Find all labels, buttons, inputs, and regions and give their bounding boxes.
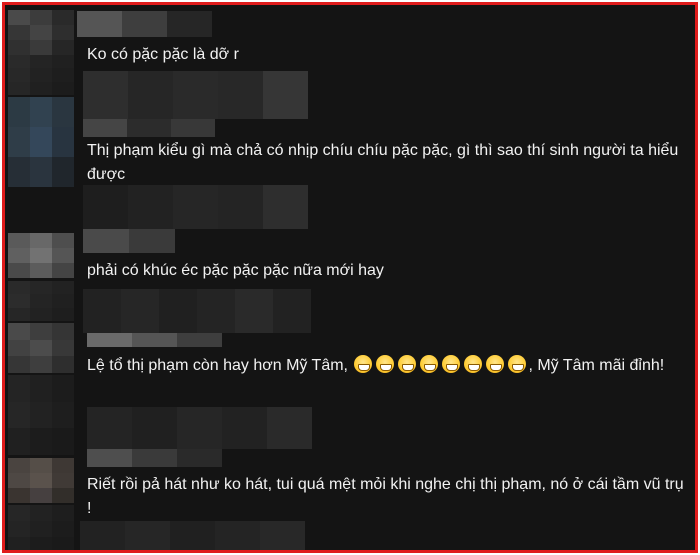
grinning-face-icon bbox=[420, 355, 439, 373]
grinning-face-icon bbox=[398, 355, 417, 373]
comment-text-part: , Mỹ Tâm mãi đỉnh! bbox=[528, 357, 665, 374]
username-pixelated bbox=[80, 521, 305, 550]
screenshot-frame: Ko có pặc pặc là dỡ r Thị phạm kiểu gì m… bbox=[2, 2, 698, 553]
grinning-face-icon bbox=[486, 355, 505, 373]
comment-text: Lệ tổ thị phạm còn hay hơn Mỹ Tâm, , Mỹ … bbox=[87, 354, 687, 378]
username-pixelated bbox=[83, 71, 308, 119]
username-pixelated bbox=[83, 229, 175, 253]
username-pixelated bbox=[83, 289, 311, 333]
username-pixelated bbox=[87, 407, 312, 449]
avatar[interactable] bbox=[8, 323, 74, 373]
emoji-row bbox=[352, 355, 528, 374]
grinning-face-icon bbox=[508, 355, 527, 373]
grinning-face-icon bbox=[376, 355, 395, 373]
comment-text: Thị phạm kiểu gì mà chả có nhịp chíu chí… bbox=[87, 142, 679, 183]
comment-text: Ko có pặc pặc là dỡ r bbox=[87, 46, 239, 63]
comment-text: phải có khúc éc pặc pặc pặc nữa mới hay bbox=[87, 262, 384, 279]
avatar[interactable] bbox=[8, 281, 74, 321]
avatar[interactable] bbox=[8, 55, 74, 95]
avatar[interactable] bbox=[8, 233, 74, 278]
comment-text-part: Lệ tổ thị phạm còn hay hơn Mỹ Tâm, bbox=[87, 357, 348, 374]
grinning-face-icon bbox=[354, 355, 373, 373]
avatar[interactable] bbox=[8, 375, 74, 455]
username-pixelated bbox=[83, 119, 215, 137]
avatar[interactable] bbox=[8, 505, 74, 550]
avatar[interactable] bbox=[8, 10, 74, 55]
username-pixelated bbox=[77, 11, 212, 37]
avatar[interactable] bbox=[8, 97, 74, 187]
avatar[interactable] bbox=[8, 458, 74, 503]
username-pixelated bbox=[87, 333, 222, 347]
username-pixelated bbox=[87, 449, 222, 467]
username-pixelated bbox=[83, 185, 308, 229]
grinning-face-icon bbox=[464, 355, 483, 373]
grinning-face-icon bbox=[442, 355, 461, 373]
comment-text: Riết rồi pả hát như ko hát, tui quá mệt … bbox=[87, 476, 684, 517]
